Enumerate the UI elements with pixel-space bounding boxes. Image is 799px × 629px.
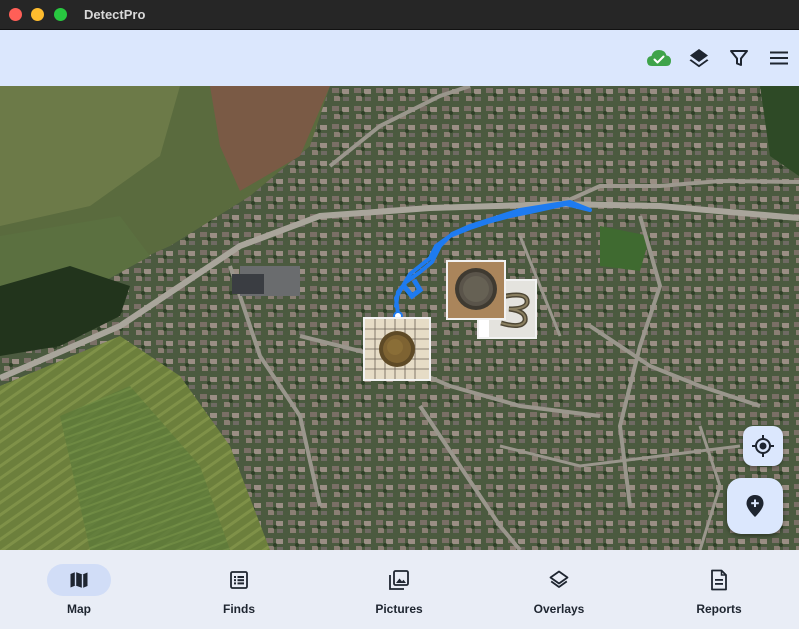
cloud-check-icon [647, 50, 671, 66]
document-icon [711, 569, 727, 591]
minimize-window-button[interactable] [31, 8, 44, 21]
nav-map[interactable]: Map [14, 550, 144, 629]
nav-map-indicator [47, 564, 111, 596]
map-icon [70, 572, 88, 588]
nav-pictures-indicator [367, 564, 431, 596]
layers-icon [689, 49, 709, 68]
app-bar [0, 30, 799, 86]
nav-finds-label: Finds [223, 602, 255, 616]
coin-image-1 [448, 262, 504, 318]
layers-button[interactable] [685, 44, 713, 72]
find-coin-thumbnail-1[interactable] [446, 260, 506, 320]
nav-overlays[interactable]: Overlays [494, 550, 624, 629]
nav-map-label: Map [67, 602, 91, 616]
maximize-window-button[interactable] [54, 8, 67, 21]
find-coin-thumbnail-2[interactable] [363, 317, 431, 381]
filter-icon [730, 50, 748, 66]
nav-reports-label: Reports [696, 602, 742, 616]
window-titlebar: DetectPro [0, 0, 799, 30]
add-find-button[interactable] [727, 478, 783, 534]
nav-pictures[interactable]: Pictures [334, 550, 464, 629]
cloud-sync-button[interactable] [645, 44, 673, 72]
filter-button[interactable] [725, 44, 753, 72]
pictures-icon [389, 570, 409, 590]
layers-icon [549, 570, 569, 588]
close-window-button[interactable] [9, 8, 22, 21]
my-location-button[interactable] [743, 426, 783, 466]
menu-icon [770, 51, 788, 65]
satellite-map[interactable] [0, 86, 799, 550]
nav-overlays-label: Overlays [533, 602, 585, 616]
add-location-icon [746, 495, 764, 517]
my-location-icon [752, 435, 774, 457]
window-title: DetectPro [84, 7, 146, 22]
nav-pictures-label: Pictures [375, 602, 423, 616]
nav-finds-indicator [207, 564, 271, 596]
bottom-navigation: Map Finds Pictures Overlays Reports [0, 550, 799, 629]
list-icon [230, 571, 248, 589]
coin-image-2 [365, 319, 429, 379]
nav-reports[interactable]: Reports [654, 550, 784, 629]
nav-finds[interactable]: Finds [174, 550, 304, 629]
nav-overlays-indicator [527, 564, 591, 596]
menu-button[interactable] [765, 44, 793, 72]
nav-reports-indicator [687, 564, 751, 596]
